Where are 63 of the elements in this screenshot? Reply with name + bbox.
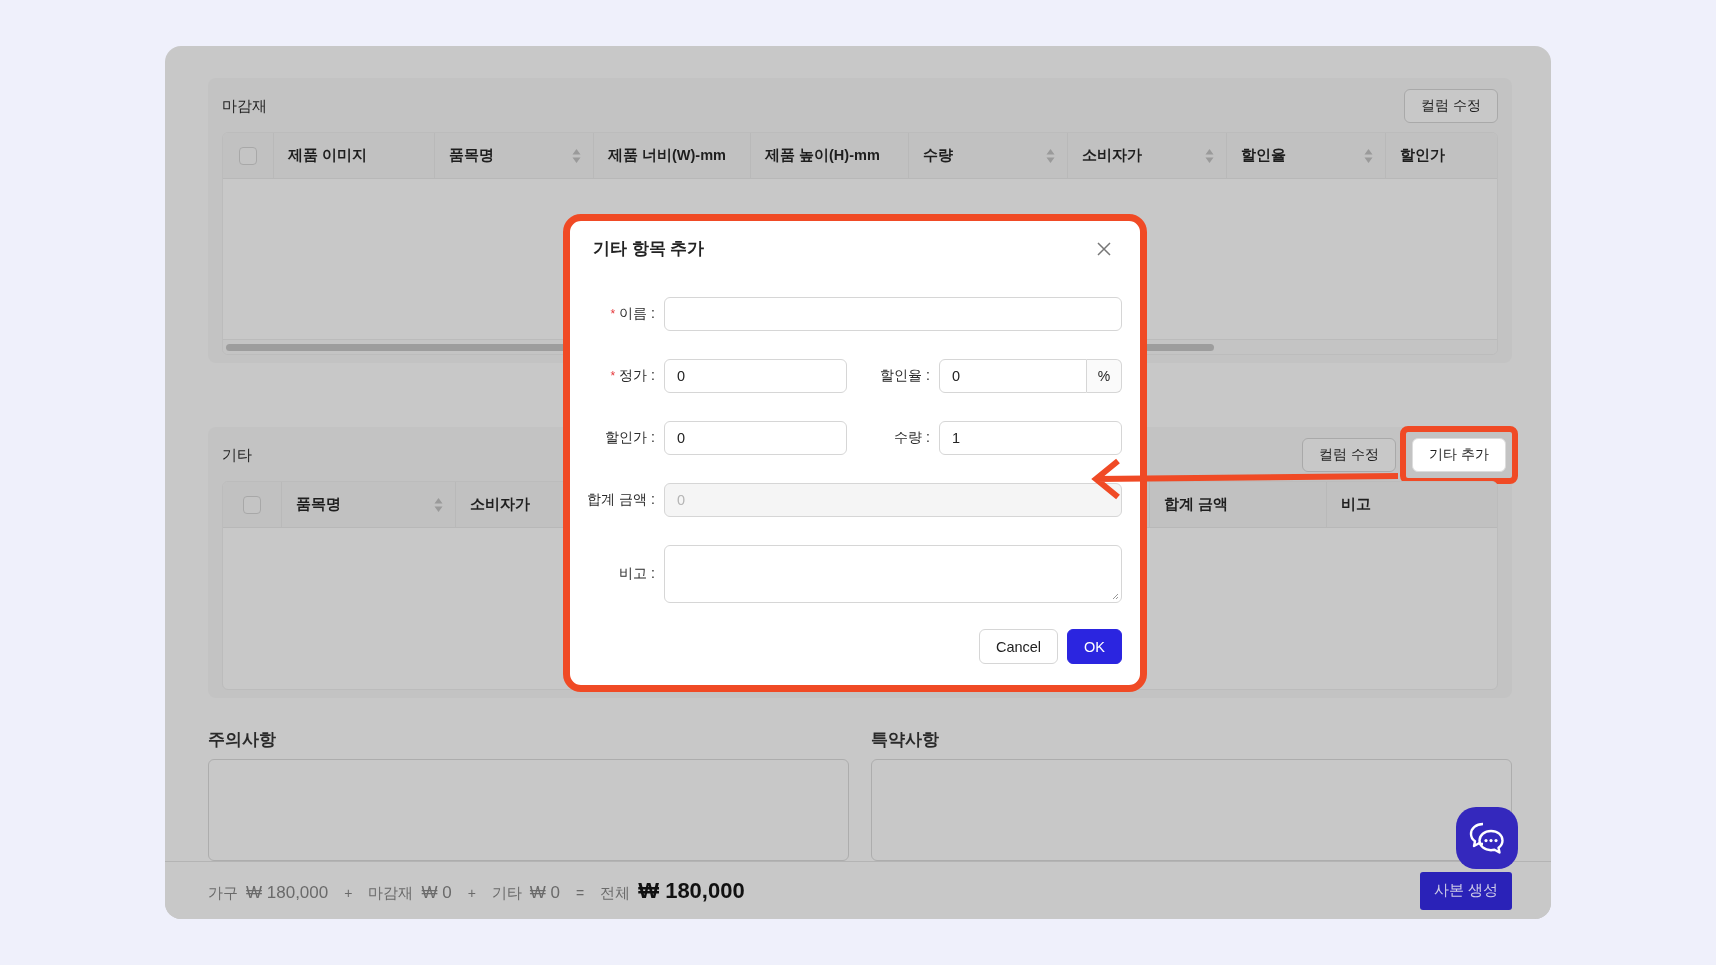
required-mark: *: [610, 307, 616, 321]
summary-label: 가구: [208, 883, 238, 903]
column-header: 소비자가: [1082, 146, 1142, 165]
total-label: 전체: [600, 883, 631, 903]
required-mark: *: [610, 369, 616, 383]
summary-label: 마감재: [368, 883, 414, 903]
operator: +: [344, 884, 353, 901]
ok-button[interactable]: OK: [1067, 629, 1122, 664]
chat-icon: [1469, 821, 1505, 855]
column-header: 제품 높이(H)-mm: [765, 146, 880, 165]
input-field[interactable]: 1: [939, 421, 1122, 455]
input-field[interactable]: 0: [664, 359, 847, 393]
column-header: 제품 너비(W)-mm: [608, 146, 726, 165]
field-label: 이름 :: [619, 305, 655, 323]
column-header: 품목명: [296, 495, 341, 515]
column-header: 품목명: [449, 146, 494, 165]
operator: +: [467, 884, 476, 901]
column-header: 제품 이미지: [288, 146, 368, 165]
resize-grip-icon[interactable]: [1112, 593, 1119, 600]
summary-amount: ₩ 0: [529, 882, 561, 903]
summary-label: 기타: [491, 883, 522, 903]
section-title: 마감재: [222, 96, 267, 116]
input-field[interactable]: [664, 297, 1122, 331]
column-edit-button[interactable]: 컬럼 수정: [1302, 438, 1397, 473]
field-label: 비고 :: [619, 565, 655, 583]
sort-icon[interactable]: [434, 496, 443, 513]
summary-amount: ₩ 180,000: [246, 882, 329, 903]
column-header: 할인가: [1400, 146, 1445, 165]
copy-create-button[interactable]: 사본 생성: [1419, 871, 1512, 910]
input-field[interactable]: 0: [939, 359, 1087, 393]
field-label: 정가 :: [619, 367, 655, 385]
column-header: 합계 금액: [1164, 495, 1229, 515]
column-edit-button[interactable]: 컬럼 수정: [1404, 89, 1498, 123]
sort-icon[interactable]: [1046, 147, 1055, 164]
dialog-title: 기타 항목 추가: [593, 238, 705, 259]
input-field[interactable]: 0: [664, 421, 847, 455]
notes-field[interactable]: [871, 759, 1512, 861]
remarks-field[interactable]: [664, 545, 1122, 603]
sort-icon[interactable]: [572, 147, 581, 164]
notes-title: 주의사항: [208, 729, 277, 751]
close-icon[interactable]: [1096, 241, 1112, 257]
percent-addon: %: [1087, 359, 1122, 393]
column-header: 수량: [923, 146, 953, 165]
add-item-button[interactable]: 기타 추가: [1412, 438, 1506, 473]
field-label: 수량 :: [894, 429, 930, 447]
operator: =: [576, 884, 585, 901]
field-label: 합계 금액 :: [587, 491, 655, 509]
summary-amount: ₩ 0: [421, 882, 452, 903]
column-header: 소비자가: [470, 495, 530, 515]
notes-field[interactable]: [208, 759, 849, 861]
select-all-checkbox[interactable]: [239, 146, 257, 165]
column-header: 할인율: [1241, 146, 1286, 165]
select-all-checkbox[interactable]: [243, 495, 261, 514]
cancel-button[interactable]: Cancel: [978, 629, 1059, 664]
field-label: 할인율 :: [880, 367, 930, 385]
sort-icon[interactable]: [1364, 147, 1373, 164]
field-label: 할인가 :: [605, 429, 655, 447]
notes-title: 특약사항: [871, 729, 940, 751]
total-amount: ₩ 180,000: [638, 877, 745, 904]
column-header: 비고: [1341, 495, 1371, 515]
sort-icon[interactable]: [1205, 147, 1214, 164]
chat-button[interactable]: [1456, 807, 1518, 869]
section-title: 기타: [222, 445, 252, 465]
